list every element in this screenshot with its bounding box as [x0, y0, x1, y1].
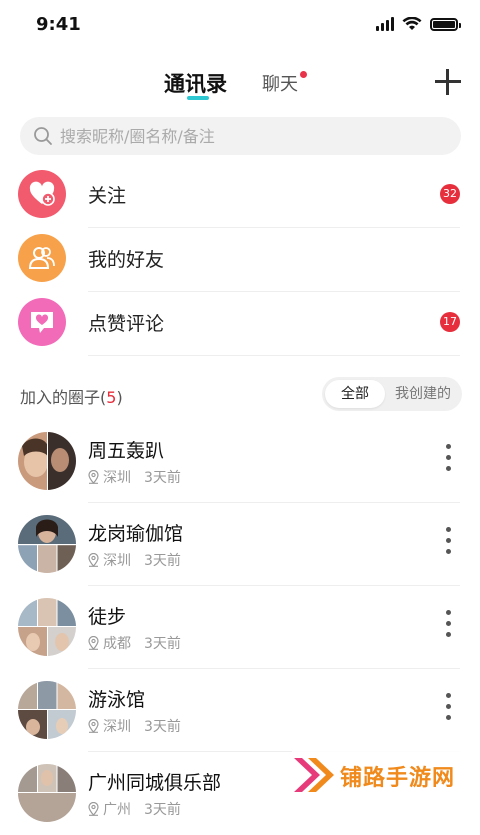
group-location: 广州 — [103, 802, 131, 818]
divider — [88, 355, 460, 356]
list-item[interactable]: 周五轰趴 深圳 3天前 — [0, 420, 480, 503]
group-meta: 深圳 3天前 — [88, 550, 181, 570]
status-bar: 9:41 — [0, 0, 480, 52]
menu-item-follow[interactable]: 关注 32 — [0, 163, 480, 228]
tab-contacts[interactable]: 通讯录 — [164, 68, 227, 98]
menu-item-likes-comments[interactable]: 点赞评论 17 — [0, 291, 480, 356]
group-location: 深圳 — [103, 553, 131, 569]
heart-plus-icon — [18, 170, 66, 218]
menu-label: 点赞评论 — [88, 313, 165, 335]
avatar — [18, 598, 76, 656]
group-name: 游泳馆 — [88, 689, 146, 711]
group-time: 3天前 — [144, 636, 181, 652]
list-item[interactable]: 游泳馆 深圳 3天前 — [0, 669, 480, 752]
avatar — [18, 764, 76, 822]
filter-all-button[interactable]: 全部 — [325, 380, 385, 408]
section-title-end: ) — [116, 388, 123, 407]
friends-icon — [18, 234, 66, 282]
group-meta: 成都 3天前 — [88, 633, 181, 653]
list-item[interactable]: 龙岗瑜伽馆 深圳 3天前 — [0, 503, 480, 586]
group-meta: 深圳 3天前 — [88, 467, 181, 487]
filter-created-button[interactable]: 我创建的 — [388, 380, 458, 408]
tab-active-indicator — [187, 96, 209, 100]
group-filter: 全部 我创建的 — [322, 377, 462, 411]
watermark-text: 铺路手游网 — [340, 766, 456, 791]
location-pin-icon — [88, 553, 99, 567]
tab-chat[interactable]: 聊天 — [262, 70, 298, 96]
avatar — [18, 432, 76, 490]
more-options-icon[interactable] — [441, 527, 455, 561]
location-pin-icon — [88, 470, 99, 484]
group-meta: 深圳 3天前 — [88, 716, 181, 736]
more-options-icon[interactable] — [441, 610, 455, 644]
watermark-logo-icon — [294, 758, 334, 792]
more-options-icon[interactable] — [441, 444, 455, 478]
battery-icon — [430, 17, 461, 31]
menu-label: 关注 — [88, 185, 127, 207]
location-pin-icon — [88, 719, 99, 733]
group-location: 深圳 — [103, 719, 131, 735]
search-bar[interactable] — [20, 117, 461, 155]
status-icons — [376, 17, 461, 31]
group-time: 3天前 — [144, 553, 181, 569]
count-badge: 17 — [440, 312, 460, 332]
status-time: 9:41 — [36, 14, 81, 35]
heart-comment-icon — [18, 298, 66, 346]
group-count: 5 — [106, 388, 117, 407]
group-name: 周五轰趴 — [88, 440, 165, 462]
top-nav: 通讯录 聊天 — [0, 52, 480, 110]
avatar — [18, 515, 76, 573]
group-time: 3天前 — [144, 719, 181, 735]
section-title-text: 加入的圈子( — [20, 388, 107, 407]
more-options-icon[interactable] — [441, 693, 455, 727]
location-pin-icon — [88, 802, 99, 816]
search-input[interactable] — [60, 121, 440, 151]
group-time: 3天前 — [144, 802, 181, 818]
unread-dot — [300, 71, 307, 78]
group-location: 深圳 — [103, 470, 131, 486]
location-pin-icon — [88, 636, 99, 650]
add-icon[interactable] — [434, 68, 462, 96]
group-time: 3天前 — [144, 470, 181, 486]
watermark: 铺路手游网 — [292, 750, 480, 800]
menu-item-friends[interactable]: 我的好友 — [0, 227, 480, 292]
signal-icon — [376, 17, 394, 31]
section-title: 加入的圈子(5) — [20, 384, 123, 408]
avatar — [18, 681, 76, 739]
group-name: 徒步 — [88, 606, 127, 628]
search-icon — [34, 127, 52, 145]
count-badge: 32 — [440, 184, 460, 204]
group-location: 成都 — [103, 636, 131, 652]
group-name: 广州同城俱乐部 — [88, 772, 222, 794]
group-name: 龙岗瑜伽馆 — [88, 523, 184, 545]
list-item[interactable]: 徒步 成都 3天前 — [0, 586, 480, 669]
group-meta: 广州 3天前 — [88, 799, 181, 819]
menu-label: 我的好友 — [88, 249, 165, 271]
wifi-icon — [402, 17, 422, 30]
